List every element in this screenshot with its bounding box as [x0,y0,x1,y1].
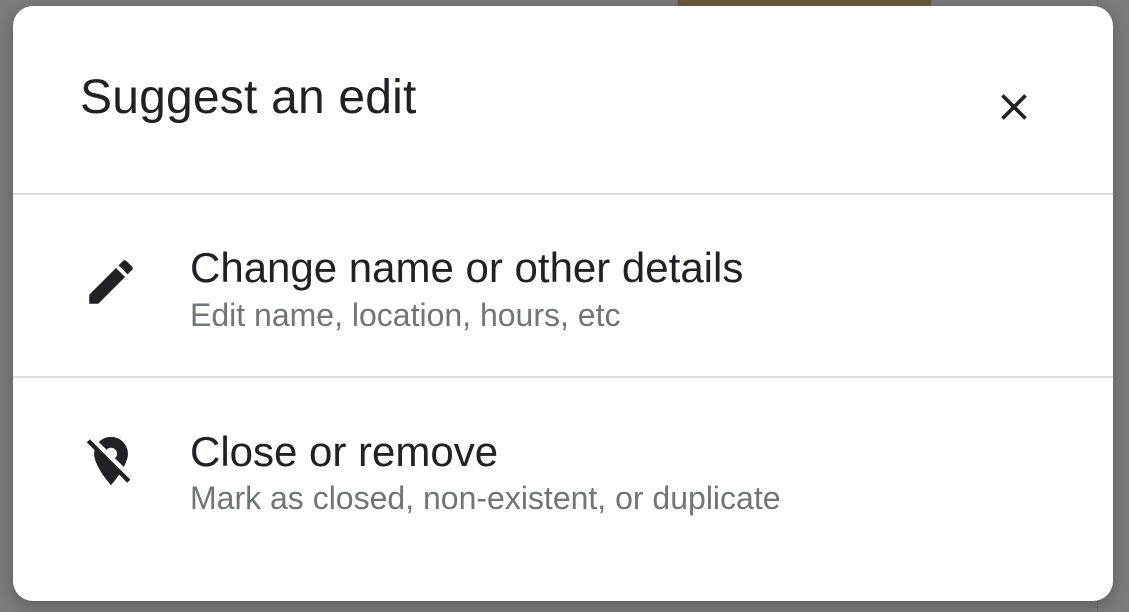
location-off-icon [81,431,141,491]
option-subtitle: Mark as closed, non-existent, or duplica… [190,480,781,516]
option-title: Close or remove [190,428,499,475]
option-subtitle: Edit name, location, hours, etc [190,297,621,333]
close-button[interactable] [983,76,1045,138]
change-details-option[interactable]: Change name or other details Edit name, … [13,195,1113,378]
close-icon [1001,94,1027,120]
dialog-title: Suggest an edit [80,71,417,124]
dialog-header: Suggest an edit [13,6,1113,195]
option-title: Change name or other details [190,244,744,291]
close-remove-option[interactable]: Close or remove Mark as closed, non-exis… [13,378,1113,559]
pencil-icon [81,252,141,312]
suggest-edit-dialog: Suggest an edit Change name or other det… [13,6,1113,601]
